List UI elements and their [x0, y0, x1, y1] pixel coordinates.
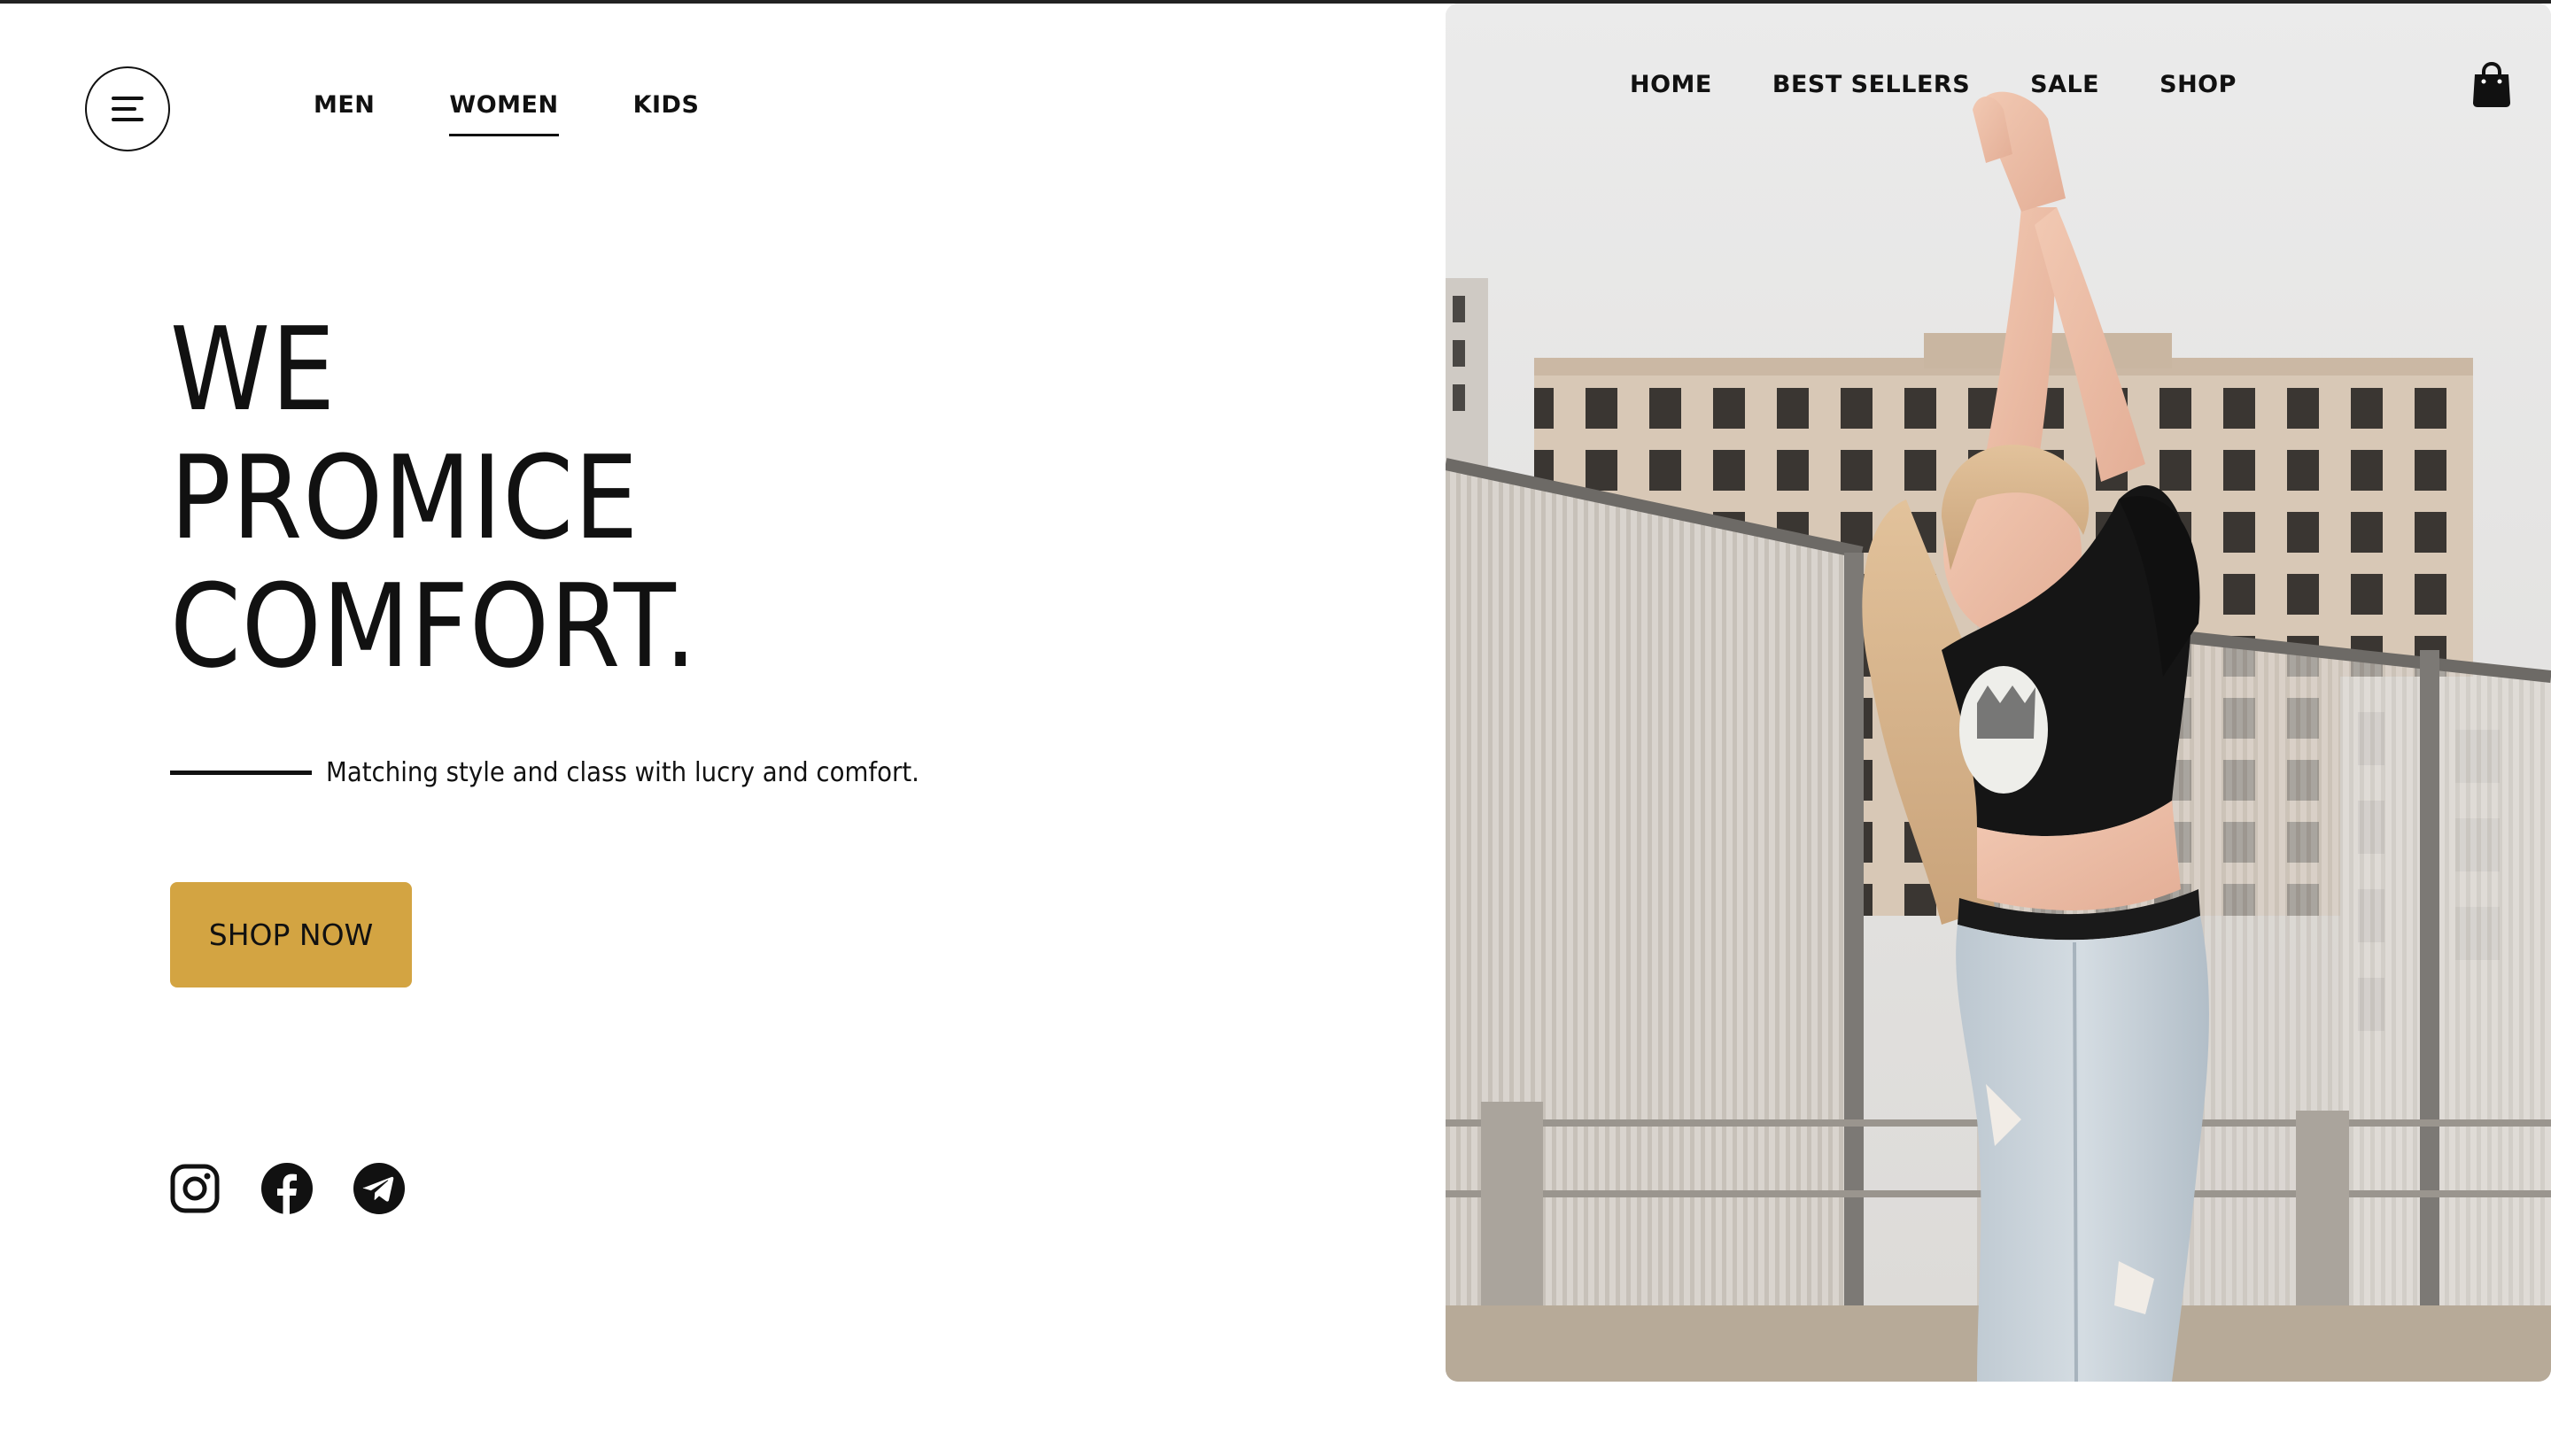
social-links [168, 1162, 406, 1215]
tagline-row: Matching style and class with lucry and … [170, 757, 971, 788]
nav-best-sellers[interactable]: BEST SELLERS [1772, 71, 1970, 98]
telegram-icon[interactable] [353, 1162, 406, 1215]
category-nav: MEN WOMEN KIDS [314, 91, 699, 136]
headline-line-2: PROMICE [170, 430, 640, 565]
main-nav: HOME BEST SELLERS SALE SHOP [1630, 71, 2237, 98]
nav-sale[interactable]: SALE [2030, 71, 2099, 98]
hamburger-menu-icon [112, 97, 143, 121]
category-women[interactable]: WOMEN [449, 91, 559, 136]
hero-photo-model-icon [1446, 4, 2551, 1382]
menu-button[interactable] [85, 66, 170, 151]
hero-image [1446, 4, 2551, 1382]
nav-home[interactable]: HOME [1630, 71, 1712, 98]
category-men[interactable]: MEN [314, 91, 375, 136]
nav-shop[interactable]: SHOP [2159, 71, 2237, 98]
headline-line-1: WE [170, 302, 337, 437]
headline-line-3: COMFORT. [170, 559, 698, 693]
facebook-icon[interactable] [260, 1162, 314, 1215]
shopping-bag-icon[interactable] [2471, 62, 2512, 108]
tagline-divider [170, 771, 312, 775]
shop-now-button[interactable]: SHOP NOW [170, 882, 412, 987]
instagram-icon[interactable] [168, 1162, 221, 1215]
hero-headline: WE PROMICE COMFORT. [170, 306, 697, 691]
tagline-text: Matching style and class with lucry and … [326, 757, 919, 788]
category-kids[interactable]: KIDS [633, 91, 700, 136]
